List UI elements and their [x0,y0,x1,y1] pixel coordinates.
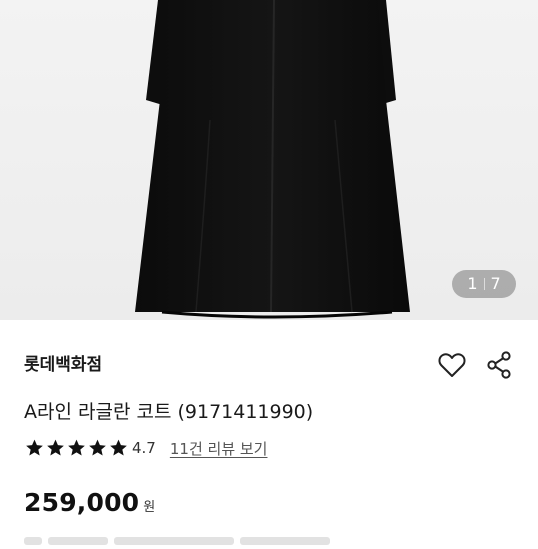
price-value: 259,000 [24,488,140,517]
star-icon [47,439,64,456]
image-counter: 17 [452,270,516,298]
heart-icon [438,353,466,377]
star-icon [68,439,85,456]
reviews-link[interactable]: 11건 리뷰 보기 [170,438,268,459]
brand-name[interactable]: 롯데백화점 [24,350,102,375]
rating-row: 4.7 11건 리뷰 보기 [24,437,267,459]
product-image-gallery[interactable]: 17 [0,0,538,320]
image-counter-current: 1 [467,274,478,293]
price-row: 259,000 원 [24,488,155,517]
star-icon [110,439,127,456]
share-button[interactable] [483,349,515,381]
star-icon [26,439,43,456]
product-title: A라인 라글란 코트 (9171411990) [24,401,314,423]
star-icon [89,439,106,456]
rating-score: 4.7 [132,439,156,457]
image-counter-total: 7 [490,274,501,293]
cut-off-content [24,530,524,545]
rating-stars [24,438,129,458]
share-icon [487,351,511,379]
like-button[interactable] [436,349,468,381]
price-currency: 원 [143,500,156,515]
counter-divider [483,278,485,290]
